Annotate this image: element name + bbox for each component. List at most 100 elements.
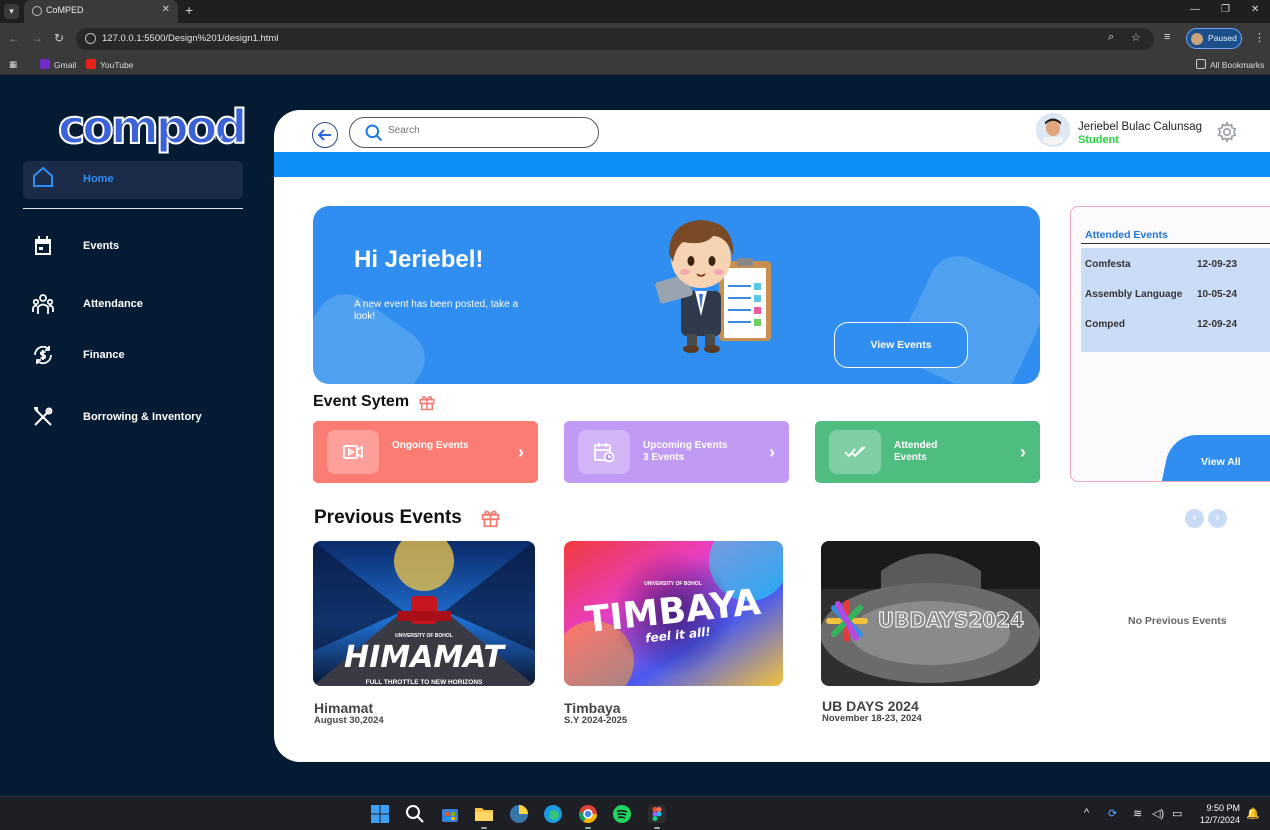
greeting-message: A new event has been posted, take a look… [354,299,519,322]
forward-nav-icon[interactable]: → [31,31,43,45]
url-text: 127.0.0.1:5500/Design%201/design1.html [102,33,279,44]
event-date: S.Y 2024-2025 [564,715,628,726]
bookmark-youtube[interactable]: YouTube [86,59,133,70]
main-panel: Jeriebel Bulac Calunsag Student Hi Jerie… [274,110,1270,762]
gear-icon[interactable] [1216,121,1238,143]
back-nav-icon[interactable]: ← [8,31,20,45]
arrow-left-icon [317,129,331,141]
app-running-indicator [585,827,591,829]
sidebar-item-attendance[interactable]: Attendance [23,288,243,324]
reload-icon[interactable]: ↻ [54,31,64,45]
logo-trademark: TM [214,136,223,142]
volume-icon[interactable]: ◁) [1152,807,1164,820]
sync-icon[interactable]: ⟳ [1108,807,1117,820]
store-icon[interactable] [440,804,460,824]
bookmark-gmail[interactable]: Gmail [40,59,76,70]
profile-avatar [1191,33,1203,45]
sidebar-item-finance[interactable]: Finance [23,339,243,375]
sidebar-item-events[interactable]: Events [23,230,243,266]
sidebar-item-home[interactable]: Home [23,161,243,199]
minimize-button[interactable]: — [1190,4,1200,15]
view-events-button[interactable]: View Events [834,322,968,368]
event-name: UB DAYS 2024 [822,698,919,714]
clock-date: 12/7/2024 [1199,815,1240,825]
file-explorer-icon[interactable] [474,804,494,824]
notification-bell-icon[interactable]: 🔔 [1246,807,1260,820]
greeting-title: Hi Jeriebel! [354,246,484,273]
sidebar-item-borrowing-inventory[interactable]: Borrowing & Inventory [23,401,243,437]
event-name: Timbaya [564,700,621,716]
close-tab-icon[interactable]: ✕ [162,4,170,15]
bookmark-star-icon[interactable]: ☆ [1131,31,1141,44]
view-all-label[interactable]: View All [1201,456,1241,468]
media-control-icon[interactable]: ≡ [1164,31,1170,43]
carousel-prev-button[interactable]: ‹ [1185,509,1204,528]
compod-logo: compod [57,100,248,154]
calendar-clock-icon-box [578,430,630,474]
chevron-right-icon: › [769,442,775,462]
chevron-right-icon: › [518,442,524,462]
ongoing-events-label: Ongoing Events [392,440,469,451]
video-icon-box [327,430,379,474]
wifi-icon[interactable]: ≋ [1133,807,1142,820]
all-bookmarks[interactable]: All Bookmarks [1196,59,1264,70]
user-avatar[interactable] [1036,113,1070,147]
attended-event-date: 10-05-24 [1197,289,1238,300]
profile-button[interactable]: Paused [1186,28,1242,49]
back-button[interactable] [312,122,338,148]
search-input[interactable] [388,125,578,136]
windows-start-icon[interactable] [370,804,390,824]
spotify-icon[interactable] [612,804,632,824]
close-window-button[interactable]: ✕ [1251,4,1259,15]
ongoing-events-card[interactable]: Ongoing Events › [313,421,538,483]
system-clock[interactable]: 9:50 PM 12/7/2024 [1190,802,1240,826]
poster-title: HIMAMAT [344,640,507,675]
apps-grid-icon[interactable]: ▦ [9,59,17,70]
event-card-himamat[interactable]: UNIVERSITY OF BOHOL HIMAMAT FULL THROTTL… [313,541,535,686]
zoom-icon[interactable]: ⌕ [1108,31,1114,44]
carousel-next-button[interactable]: › [1208,509,1227,528]
himamat-poster: UNIVERSITY OF BOHOL HIMAMAT FULL THROTTL… [313,541,535,686]
chevron-right-icon: › [1020,442,1026,462]
url-field[interactable]: 127.0.0.1:5500/Design%201/design1.html ⌕… [76,28,1154,50]
folder-icon [1196,59,1206,69]
upcoming-events-card[interactable]: Upcoming Events 3 Events › [564,421,789,483]
attended-events-panel: Attended Events Comfesta 12-09-23 Assemb… [1070,206,1270,482]
profile-status: Paused [1208,33,1237,43]
tray-overflow-icon[interactable]: ^ [1084,807,1089,819]
previous-events-title: Previous Events [314,507,462,528]
youtube-icon [86,59,96,69]
sidebar-item-label: Events [83,240,120,252]
event-date: November 18-23, 2024 [822,713,922,724]
search-bar[interactable] [349,117,599,148]
no-previous-events: No Previous Events [1128,615,1227,627]
battery-icon[interactable]: ▭ [1172,807,1182,820]
poster-tagline: FULL THROTTLE TO NEW HORIZONS [366,679,483,686]
globe-icon [32,6,42,16]
user-photo [1038,115,1068,145]
tab-search-button[interactable]: ▾ [4,4,19,19]
welcome-banner: Hi Jeriebel! A new event has been posted… [313,206,1040,384]
site-info-icon[interactable] [85,33,96,44]
header-accent-strip [274,152,1270,177]
python-icon[interactable] [509,804,529,824]
event-card-timbaya[interactable]: UNIVERSITY OF BOHOL TIMBAYA feel it all! [564,541,783,686]
student-mascot-illustration [655,220,771,353]
event-date: August 30,2024 [314,715,384,726]
restore-button[interactable]: ❐ [1221,4,1230,15]
attended-event-name: Comfesta [1085,259,1131,270]
edge-icon[interactable] [543,804,563,824]
browser-tab[interactable]: CoMPED ✕ [24,0,178,23]
figma-icon[interactable] [647,804,667,824]
browser-tab-bar: ▾ CoMPED ✕ + — ❐ ✕ [0,0,1270,23]
new-tab-button[interactable]: + [185,2,193,18]
app-running-indicator [481,827,487,829]
chrome-icon[interactable] [578,804,598,824]
taskbar-search-icon[interactable] [405,804,425,824]
poster-school: UNIVERSITY OF BOHOL [395,633,453,639]
sidebar-item-label: Borrowing & Inventory [83,411,202,423]
upcoming-events-label: Upcoming Events 3 Events [643,440,728,463]
event-card-ub-days[interactable]: UBDAYS2024 [821,541,1040,686]
attended-events-card[interactable]: Attended Events › [815,421,1040,483]
more-menu-icon[interactable]: ⋮ [1254,31,1265,44]
